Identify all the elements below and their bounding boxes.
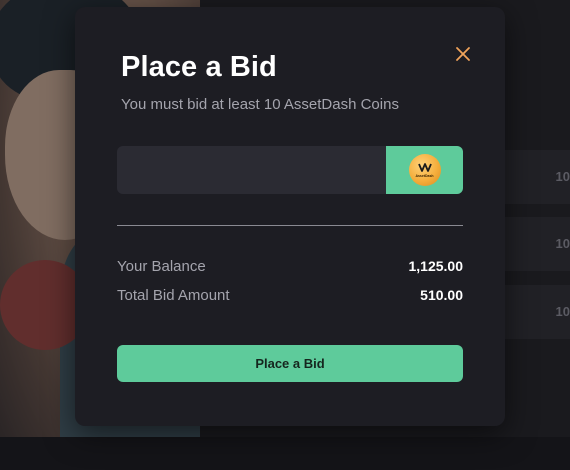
close-button[interactable] (455, 46, 471, 62)
total-bid-row: Total Bid Amount 510.00 (117, 285, 463, 305)
place-bid-modal: Place a Bid You must bid at least 10 Ass… (75, 7, 505, 426)
divider (117, 225, 463, 226)
background-row-value: 10 (555, 169, 570, 184)
close-icon (456, 47, 470, 61)
assetdash-logo-icon (417, 162, 432, 172)
balance-value: 1,125.00 (408, 258, 464, 274)
balance-label: Your Balance (117, 257, 206, 275)
currency-badge: AssetDash (386, 146, 463, 194)
background-row-value: 10 (555, 304, 570, 319)
place-bid-button[interactable]: Place a Bid (117, 345, 463, 382)
balance-row: Your Balance 1,125.00 (117, 256, 463, 276)
total-bid-value: 510.00 (420, 287, 463, 303)
coin-label: AssetDash (415, 173, 434, 178)
minimum-bid-hint: You must bid at least 10 AssetDash Coins (121, 96, 399, 113)
page-background: 10 10 10 Place a Bid You must bid at lea… (0, 0, 570, 470)
background-heading (268, 0, 368, 4)
bid-amount-field: AssetDash (117, 146, 463, 194)
modal-title: Place a Bid (121, 51, 277, 83)
total-bid-label: Total Bid Amount (117, 286, 230, 304)
background-row-value: 10 (555, 236, 570, 251)
assetdash-coin-icon: AssetDash (408, 154, 441, 186)
bid-amount-input[interactable] (117, 146, 385, 194)
